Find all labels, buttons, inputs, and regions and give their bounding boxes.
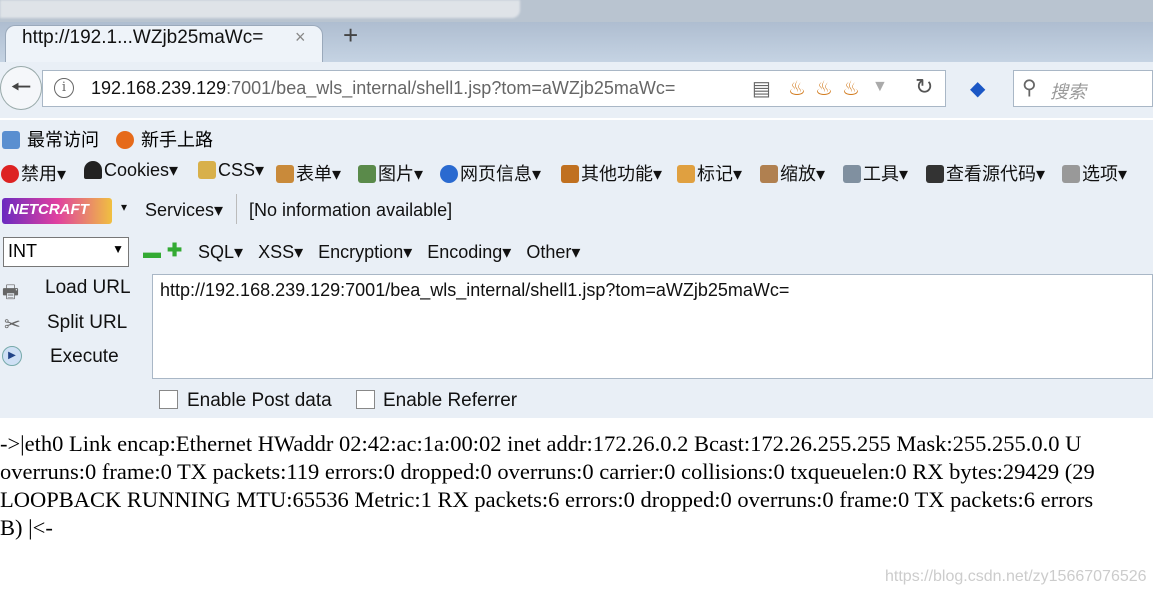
blurred-menu: [0, 0, 520, 18]
select-value: INT: [8, 241, 37, 261]
menu-cookies[interactable]: Cookies▾: [84, 160, 178, 181]
bookmark-getting-started[interactable]: 新手上路: [116, 126, 213, 152]
menu-page-info[interactable]: 网页信息▾: [440, 160, 541, 186]
java-icon[interactable]: ♨: [788, 76, 806, 101]
disable-icon: [1, 165, 19, 183]
menu-label: CSS▾: [218, 160, 265, 180]
hackbar-url-textarea[interactable]: http://192.168.239.129:7001/bea_wls_inte…: [152, 274, 1153, 379]
page-content: ->|eth0 Link encap:Ethernet HWaddr 02:42…: [0, 430, 1153, 542]
menu-tools[interactable]: 工具▾: [843, 160, 908, 186]
tab-close-icon[interactable]: ×: [295, 27, 306, 48]
menu-sql[interactable]: SQL▾: [198, 242, 243, 262]
menu-options[interactable]: 选项▾: [1062, 160, 1127, 186]
enable-referrer-label: Enable Referrer: [383, 390, 518, 411]
netcraft-logo[interactable]: NETCRAFT: [2, 198, 112, 224]
address-text[interactable]: 192.168.239.129:7001/bea_wls_internal/sh…: [91, 78, 675, 99]
ruler-icon: [760, 165, 778, 183]
menu-label: Cookies▾: [104, 160, 179, 180]
firefox-icon: [116, 131, 134, 149]
enable-referrer-checkbox[interactable]: [356, 390, 375, 409]
output-line: B) |<-: [0, 515, 53, 540]
type-select[interactable]: INT ▼: [3, 237, 129, 267]
output-line: ->|eth0 Link encap:Ethernet HWaddr 02:42…: [0, 431, 1082, 456]
url-value: http://192.168.239.129:7001/bea_wls_inte…: [160, 280, 790, 300]
load-url-icon: 🖶: [2, 282, 19, 302]
bookmark-label: 最常访问: [27, 130, 100, 150]
menu-misc[interactable]: 其他功能▾: [561, 160, 662, 186]
logo-text: NETCRAFT: [8, 201, 89, 218]
plus-icon[interactable]: ✚: [167, 240, 182, 261]
hackbar-menus: SQL▾ XSS▾ Encryption▾ Encoding▾ Other▾: [198, 242, 580, 263]
reload-icon[interactable]: ↻: [915, 74, 933, 100]
menu-label: 标记▾: [697, 164, 743, 184]
forms-icon: [276, 165, 294, 183]
web-developer-toolbar: 禁用▾ Cookies▾ CSS▾ 表单▾ 图片▾ 网页信息▾ 其他功能▾ 标记…: [0, 154, 1153, 190]
new-tab-button[interactable]: +: [343, 20, 358, 51]
menu-view-source[interactable]: 查看源代码▾: [926, 160, 1045, 186]
menu-label: 网页信息▾: [460, 164, 542, 184]
chevron-down-icon: ▼: [112, 242, 124, 256]
bookmark-most-visited[interactable]: 最常访问: [2, 126, 99, 152]
split-url-button[interactable]: Split URL: [47, 312, 127, 334]
pencil-icon: [677, 165, 695, 183]
tools-icon: [843, 165, 861, 183]
menu-xss[interactable]: XSS▾: [258, 242, 303, 262]
menu-outline[interactable]: 标记▾: [677, 160, 742, 186]
menu-resize[interactable]: 缩放▾: [760, 160, 825, 186]
execute-icon: ▶: [2, 346, 22, 366]
menu-label: 禁用▾: [21, 164, 67, 184]
minus-icon[interactable]: ▬: [143, 242, 161, 263]
reader-icon[interactable]: ▤: [752, 76, 771, 101]
images-icon: [358, 165, 376, 183]
execute-button[interactable]: Execute: [50, 346, 119, 368]
back-arrow-icon[interactable]: 🠔: [0, 66, 42, 110]
scissors-icon: ✂: [4, 314, 21, 336]
url-host: 192.168.239.129: [91, 78, 227, 98]
search-icon: ⚲: [1022, 77, 1037, 99]
java-icon[interactable]: ♨: [815, 76, 833, 101]
menu-label: 缩放▾: [780, 164, 826, 184]
load-url-button[interactable]: Load URL: [45, 277, 131, 299]
java-icon[interactable]: ♨: [842, 76, 860, 101]
info-icon[interactable]: i: [54, 78, 74, 98]
netcraft-info: [No information available]: [249, 200, 453, 220]
source-icon: [926, 165, 944, 183]
extension-icon[interactable]: ◆: [970, 76, 985, 101]
menu-label: 查看源代码▾: [946, 164, 1046, 184]
menu-label: 选项▾: [1082, 164, 1128, 184]
menu-images[interactable]: 图片▾: [358, 160, 423, 186]
menu-label: 工具▾: [863, 164, 909, 184]
netcraft-dropdown-icon[interactable]: ▾: [121, 200, 127, 214]
menu-label: 其他功能▾: [581, 164, 663, 184]
output-line: overruns:0 frame:0 TX packets:119 errors…: [0, 459, 1095, 484]
menu-encryption[interactable]: Encryption▾: [318, 242, 412, 262]
menu-other[interactable]: Other▾: [526, 242, 580, 262]
tab-title: http://192.1...WZjb25maWc=: [22, 27, 264, 48]
bookmark-icon: [2, 131, 20, 149]
info-icon: [440, 165, 458, 183]
menu-forms[interactable]: 表单▾: [276, 160, 341, 186]
enable-post-label: Enable Post data: [187, 390, 332, 411]
menu-encoding[interactable]: Encoding▾: [427, 242, 511, 262]
cookies-icon: [84, 161, 102, 179]
search-placeholder: 搜索: [1050, 82, 1086, 102]
divider: [236, 194, 237, 224]
options-icon: [1062, 165, 1080, 183]
misc-icon: [561, 165, 579, 183]
menu-css[interactable]: CSS▾: [198, 160, 264, 181]
menu-label: 图片▾: [378, 164, 424, 184]
netcraft-toolbar: NETCRAFT ▾ Services▾ [No information ava…: [0, 190, 1153, 230]
css-icon: [198, 161, 216, 179]
output-line: LOOPBACK RUNNING MTU:65536 Metric:1 RX p…: [0, 487, 1094, 512]
bookmarks-bar: 最常访问 新手上路: [0, 120, 1153, 154]
url-path: :7001/bea_wls_internal/shell1.jsp?tom=aW…: [226, 78, 676, 98]
watermark: https://blog.csdn.net/zy15667076526: [885, 568, 1147, 585]
menu-label: 表单▾: [296, 164, 342, 184]
os-menu-strip: [0, 0, 1153, 22]
bookmark-label: 新手上路: [141, 130, 214, 150]
menu-disable[interactable]: 禁用▾: [1, 160, 66, 186]
services-menu[interactable]: Services▾: [145, 200, 223, 221]
dropdown-icon[interactable]: ▼: [872, 78, 888, 96]
enable-post-checkbox[interactable]: [159, 390, 178, 409]
